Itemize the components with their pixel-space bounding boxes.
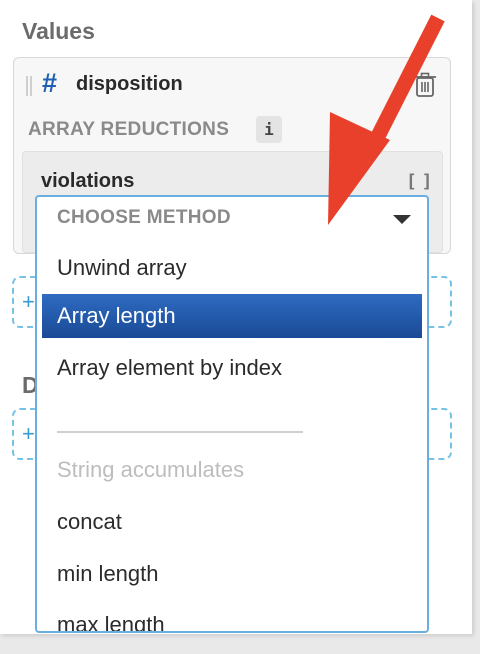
reduction-name: violations: [41, 170, 135, 192]
hash-icon: #: [42, 68, 58, 98]
drag-handle[interactable]: [26, 76, 32, 96]
plus-icon: +: [22, 289, 35, 314]
section-title-values: Values: [22, 18, 95, 44]
option-concat[interactable]: concat: [42, 500, 422, 544]
option-max-length[interactable]: max length: [42, 603, 422, 631]
array-brackets-icon[interactable]: [ ]: [406, 171, 432, 192]
array-reductions-label: ARRAY REDUCTIONS: [28, 119, 230, 140]
trash-icon[interactable]: [413, 72, 437, 98]
divider: [57, 431, 303, 433]
plus-icon: +: [22, 421, 35, 446]
caret-down-icon[interactable]: [393, 215, 411, 224]
dropdown-header: CHOOSE METHOD: [57, 207, 231, 228]
option-array-element-by-index[interactable]: Array element by index: [42, 346, 422, 390]
option-array-length[interactable]: Array length: [42, 294, 422, 338]
field-name: disposition: [76, 73, 183, 95]
choose-method-dropdown[interactable]: CHOOSE METHOD Unwind array Array length …: [35, 195, 429, 633]
info-badge[interactable]: i: [256, 116, 282, 143]
option-unwind-array[interactable]: Unwind array: [42, 246, 422, 290]
option-min-length[interactable]: min length: [42, 552, 422, 596]
group-header-string-accumulates: String accumulates: [57, 457, 245, 482]
